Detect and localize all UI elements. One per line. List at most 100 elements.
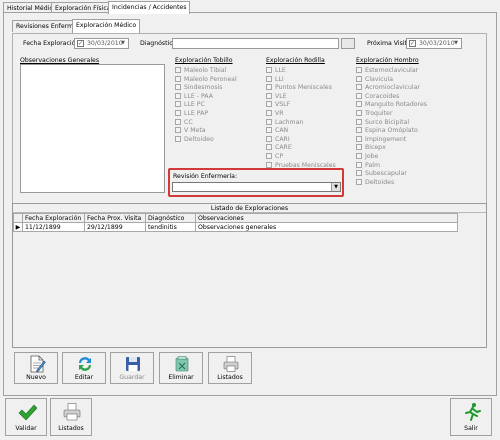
table-cell[interactable]: tendinitis — [145, 222, 196, 232]
tab-incidencias-accidentes[interactable]: Incidencias / Accidentes — [108, 1, 191, 14]
checkbox-icon[interactable] — [356, 127, 362, 134]
checkbox-icon[interactable] — [175, 127, 181, 134]
rodilla-title: Exploración Rodilla — [266, 57, 325, 64]
hombro-checkbox-label: Espina Omóplato — [365, 127, 418, 135]
checkbox-icon[interactable] — [356, 135, 362, 142]
rodilla-checkbox-label: VLE — [275, 92, 287, 100]
checkbox-icon[interactable] — [356, 153, 362, 159]
table-cell[interactable]: 29/12/1899 — [84, 222, 146, 232]
hombro-checkbox-label: Subescapular — [365, 170, 407, 178]
table-cell[interactable]: 11/12/1899 — [22, 222, 85, 232]
hombro-checkbox-label: Manguito Rotadores — [365, 101, 427, 109]
proxima-visita-picker[interactable]: ✓ 30/03/2010 ▼ — [406, 38, 462, 49]
eliminar-label: Eliminar — [168, 374, 194, 381]
hombro-checkbox-label: Impingement — [365, 135, 407, 143]
column-header[interactable]: Diagnóstico — [145, 213, 196, 223]
tobillo-title: Exploración Tobillo — [175, 57, 233, 64]
table-row[interactable]: ▶ 11/12/1899 29/12/1899 tendinitis Obser… — [13, 222, 458, 232]
checkbox-icon[interactable] — [356, 67, 362, 73]
column-header[interactable]: Fecha Exploración — [22, 213, 85, 223]
tobillo-checkbox-label: Maleolo Tibial — [184, 67, 227, 74]
checkbox-icon[interactable] — [266, 127, 272, 134]
nuevo-button[interactable]: Nuevo — [14, 352, 58, 384]
hombro-checkbox-label: Coracoides — [365, 92, 400, 100]
exit-running-icon — [465, 403, 481, 421]
checkbox-icon[interactable] — [266, 135, 272, 142]
observaciones-label: Observaciones Generales — [20, 57, 100, 64]
checkbox-icon[interactable] — [175, 75, 181, 82]
checkbox-icon[interactable] — [175, 67, 181, 73]
nuevo-label: Nuevo — [26, 374, 46, 381]
refresh-icon — [79, 357, 91, 371]
rodilla-checkbox-label: Lachman — [275, 118, 304, 126]
checkbox-icon[interactable] — [266, 153, 272, 159]
checkbox-icon[interactable] — [175, 135, 181, 142]
revision-enfermeria-select[interactable]: ▼ — [172, 182, 341, 192]
diagnostico-input[interactable] — [172, 38, 339, 49]
hombro-checkbox-item[interactable]: Deltoides — [356, 178, 394, 187]
checkbox-icon[interactable] — [266, 110, 272, 116]
chevron-down-icon[interactable]: ▼ — [452, 40, 460, 47]
checkbox-icon[interactable] — [356, 161, 362, 168]
checkbox-icon[interactable] — [266, 67, 272, 73]
editar-label: Editar — [74, 374, 94, 381]
checkbox-icon[interactable] — [266, 144, 272, 151]
checkbox-icon[interactable]: ✓ — [409, 40, 416, 47]
rodilla-checkbox-label: LLI — [275, 75, 284, 83]
hombro-checkbox-label: Surco Bicipital — [365, 118, 410, 126]
checkbox-icon[interactable] — [175, 110, 181, 116]
printer-icon — [63, 403, 81, 421]
checkbox-icon[interactable] — [266, 161, 272, 168]
tab-exploracion-medico[interactable]: Exploración Médico — [72, 19, 141, 33]
delete-icon — [175, 356, 189, 372]
validar-button[interactable]: Validar — [5, 398, 47, 436]
rodilla-checkbox-label: VSLF — [275, 101, 291, 109]
tobillo-checkbox-label: LLE PAP — [184, 110, 209, 117]
row-pointer-icon: ▶ — [13, 222, 23, 232]
footer-listados-button[interactable]: Listados — [50, 398, 92, 436]
guardar-button[interactable]: Guardar — [110, 352, 154, 384]
hombro-checkbox-label: Clavicula — [365, 75, 394, 83]
checkbox-icon[interactable] — [356, 144, 362, 151]
tobillo-checkbox-item[interactable]: Deltoideo — [175, 135, 214, 144]
diagnostico-lookup-button[interactable] — [341, 38, 355, 49]
checkbox-icon[interactable] — [356, 101, 362, 108]
checkbox-icon[interactable] — [356, 178, 362, 185]
proxima-visita-value: 30/03/2010 — [419, 40, 455, 47]
listado-grid-area: Fecha Exploración Fecha Prox. Visita Dia… — [13, 213, 486, 347]
checkbox-icon[interactable] — [175, 101, 181, 108]
column-header[interactable]: Fecha Prox. Visita — [84, 213, 146, 223]
validar-label: Validar — [15, 425, 37, 432]
checkbox-icon[interactable] — [266, 84, 272, 91]
checkbox-icon[interactable] — [175, 118, 181, 125]
checkbox-icon[interactable] — [266, 92, 272, 99]
hombro-checkbox-label: Esternoclavicular — [365, 67, 419, 74]
table-cell[interactable]: Observaciones generales — [195, 222, 458, 232]
listados-button[interactable]: Listados — [208, 352, 252, 384]
checkbox-icon[interactable] — [356, 170, 362, 177]
fecha-exploracion-label: Fecha Exploración: — [23, 40, 82, 47]
checkbox-icon[interactable] — [356, 84, 362, 91]
editar-button[interactable]: Editar — [62, 352, 106, 384]
checkbox-icon[interactable]: ✓ — [77, 40, 84, 47]
checkbox-icon[interactable] — [356, 118, 362, 125]
rodilla-checkbox-label: Puntos Meniscales — [275, 84, 332, 92]
chevron-down-icon[interactable]: ▼ — [119, 40, 127, 47]
checkbox-icon[interactable] — [266, 118, 272, 125]
revision-enfermeria-label: Revisión Enfermería: — [173, 173, 238, 180]
salir-button[interactable]: Salir — [450, 398, 492, 436]
checkbox-icon[interactable] — [266, 101, 272, 108]
fecha-exploracion-value: 30/03/2010 — [87, 40, 123, 47]
new-document-icon — [30, 355, 46, 373]
checkbox-icon[interactable] — [356, 75, 362, 82]
column-header[interactable]: Observaciones — [195, 213, 458, 223]
fecha-exploracion-picker[interactable]: ✓ 30/03/2010 ▼ — [74, 38, 129, 49]
checkbox-icon[interactable] — [356, 110, 362, 116]
checkbox-icon[interactable] — [266, 75, 272, 82]
checkbox-icon[interactable] — [356, 92, 362, 99]
chevron-down-icon[interactable]: ▼ — [331, 183, 340, 191]
checkbox-icon[interactable] — [175, 84, 181, 91]
observaciones-textarea[interactable] — [20, 64, 165, 193]
eliminar-button[interactable]: Eliminar — [159, 352, 203, 384]
checkbox-icon[interactable] — [175, 92, 181, 99]
